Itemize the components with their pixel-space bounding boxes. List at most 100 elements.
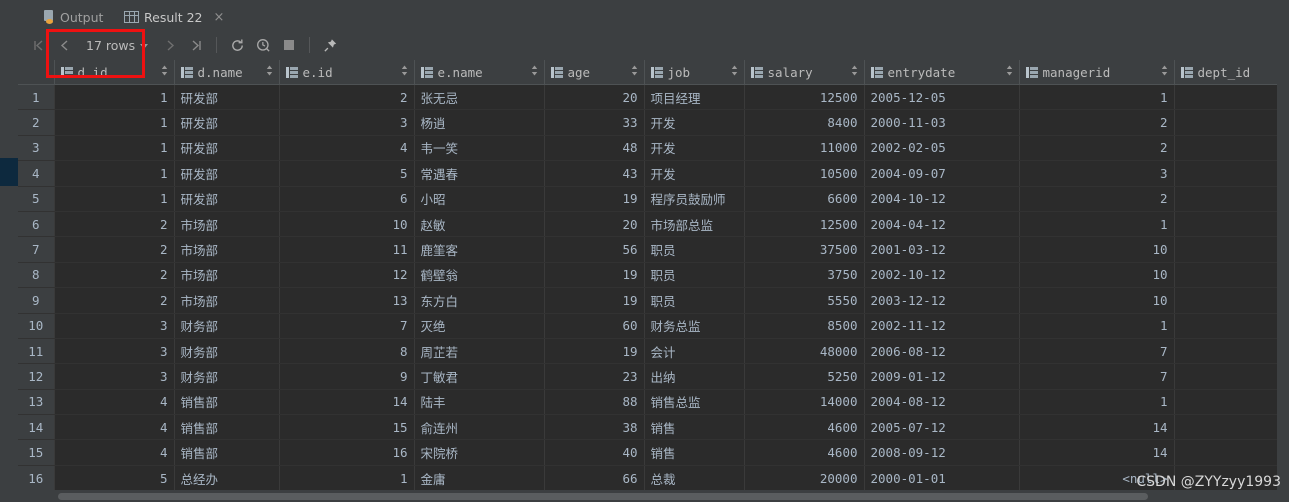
cell-managerid[interactable]: 10 <box>1019 236 1175 263</box>
cell-d-name[interactable]: 总经办 <box>174 465 280 490</box>
cell-e-id[interactable]: 2 <box>279 84 415 111</box>
cell-salary[interactable]: 5550 <box>744 287 865 314</box>
cell-d-id[interactable]: 3 <box>54 363 175 390</box>
cell-salary[interactable]: 14000 <box>744 389 865 416</box>
stop-icon[interactable] <box>277 34 301 56</box>
cell-entrydate[interactable]: 2000-11-03 <box>864 109 1020 136</box>
cell-salary[interactable]: 5250 <box>744 363 865 390</box>
cell-job[interactable]: 财务总监 <box>644 313 745 339</box>
cell-age[interactable]: 23 <box>544 363 645 390</box>
sort-toggle-icon[interactable] <box>731 65 738 79</box>
cell-managerid[interactable]: 2 <box>1019 135 1175 162</box>
cell-e-name[interactable]: 赵敏 <box>414 211 545 238</box>
cell-d-id[interactable]: 3 <box>54 338 175 365</box>
cell-managerid[interactable]: 2 <box>1019 109 1175 136</box>
refresh-icon[interactable] <box>225 34 249 56</box>
cell-e-name[interactable]: 杨逍 <box>414 109 545 136</box>
cell-salary[interactable]: 11000 <box>744 135 865 162</box>
cell-job[interactable]: 职员 <box>644 262 745 289</box>
cell-salary[interactable]: 10500 <box>744 160 865 187</box>
cell-e-name[interactable]: 鹤壁翁 <box>414 262 545 289</box>
column-header-d-id[interactable]: d.id <box>54 60 175 85</box>
cell-job[interactable]: 市场部总监 <box>644 211 745 238</box>
cell-d-id[interactable]: 1 <box>54 84 175 111</box>
cell-dept_id[interactable]: 3 <box>1174 313 1289 339</box>
cell-d-name[interactable]: 市场部 <box>174 262 280 289</box>
cell-e-name[interactable]: 东方白 <box>414 287 545 314</box>
table-row[interactable]: 134销售部14陆丰88销售总监140002004-08-1214 <box>18 389 1289 416</box>
cell-job[interactable]: 总裁 <box>644 465 745 490</box>
table-row[interactable]: 144销售部15俞连州38销售46002005-07-12144 <box>18 414 1289 441</box>
cell-job[interactable]: 销售总监 <box>644 389 745 416</box>
cell-e-id[interactable]: 9 <box>279 363 415 390</box>
sort-toggle-icon[interactable] <box>401 65 408 79</box>
cell-managerid[interactable]: 14 <box>1019 439 1175 466</box>
tab-result-22[interactable]: Result 22 × <box>118 4 230 32</box>
column-header-e-id[interactable]: e.id <box>279 60 415 85</box>
column-header-e-name[interactable]: e.name <box>414 60 545 85</box>
cell-managerid[interactable]: 1 <box>1019 84 1175 111</box>
cell-e-name[interactable]: 常遇春 <box>414 160 545 187</box>
row-number-cell[interactable]: 11 <box>18 338 55 365</box>
cell-e-name[interactable]: 韦一笑 <box>414 135 545 162</box>
cell-job[interactable]: 职员 <box>644 287 745 314</box>
cell-e-name[interactable]: 灭绝 <box>414 313 545 339</box>
column-header-job[interactable]: job <box>644 60 745 85</box>
row-number-cell[interactable]: 16 <box>18 465 55 490</box>
column-header-managerid[interactable]: managerid <box>1019 60 1175 85</box>
cell-d-name[interactable]: 市场部 <box>174 211 280 238</box>
cell-dept_id[interactable]: 1 <box>1174 186 1289 212</box>
cell-d-name[interactable]: 财务部 <box>174 338 280 365</box>
cell-managerid[interactable]: 3 <box>1019 160 1175 187</box>
cell-salary[interactable]: 12500 <box>744 211 865 238</box>
cell-e-name[interactable]: 周芷若 <box>414 338 545 365</box>
cell-age[interactable]: 88 <box>544 389 645 416</box>
cell-age[interactable]: 43 <box>544 160 645 187</box>
cell-e-name[interactable]: 金庸 <box>414 465 545 490</box>
cell-dept_id[interactable]: 3 <box>1174 363 1289 390</box>
cell-d-id[interactable]: 2 <box>54 211 175 238</box>
row-number-cell[interactable]: 14 <box>18 414 55 441</box>
cell-salary[interactable]: 37500 <box>744 236 865 263</box>
cell-d-id[interactable]: 4 <box>54 414 175 441</box>
tab-output[interactable]: Output <box>36 4 109 30</box>
column-header-dept_id[interactable]: dept_id <box>1174 60 1289 85</box>
cell-job[interactable]: 开发 <box>644 160 745 187</box>
cell-salary[interactable]: 4600 <box>744 439 865 466</box>
cell-d-name[interactable]: 销售部 <box>174 389 280 416</box>
cell-dept_id[interactable]: 4 <box>1174 389 1289 416</box>
cell-age[interactable]: 20 <box>544 211 645 238</box>
cell-d-name[interactable]: 市场部 <box>174 236 280 263</box>
sort-toggle-icon[interactable] <box>266 65 273 79</box>
cell-age[interactable]: 20 <box>544 84 645 111</box>
cell-entrydate[interactable]: 2004-04-12 <box>864 211 1020 238</box>
cell-dept_id[interactable]: 2 <box>1174 236 1289 263</box>
cell-e-id[interactable]: 1 <box>279 465 415 490</box>
cell-age[interactable]: 38 <box>544 414 645 441</box>
row-number-cell[interactable]: 6 <box>18 211 55 238</box>
cell-entrydate[interactable]: 2000-01-01 <box>864 465 1020 490</box>
cell-d-id[interactable]: 2 <box>54 236 175 263</box>
cell-e-id[interactable]: 16 <box>279 439 415 466</box>
sort-toggle-icon[interactable] <box>1006 65 1013 79</box>
row-number-cell[interactable]: 15 <box>18 439 55 466</box>
cell-job[interactable]: 出纳 <box>644 363 745 390</box>
cell-dept_id[interactable]: 1 <box>1174 109 1289 136</box>
table-row[interactable]: 92市场部13东方白19职员55502003-12-12102 <box>18 287 1289 314</box>
table-row[interactable]: 82市场部12鹤壁翁19职员37502002-10-12102 <box>18 262 1289 289</box>
cell-e-name[interactable]: 丁敏君 <box>414 363 545 390</box>
cell-managerid[interactable]: 7 <box>1019 363 1175 390</box>
cell-age[interactable]: 66 <box>544 465 645 490</box>
cell-d-id[interactable]: 1 <box>54 186 175 212</box>
cell-d-name[interactable]: 销售部 <box>174 414 280 441</box>
sort-toggle-icon[interactable] <box>851 65 858 79</box>
row-number-cell[interactable]: 7 <box>18 236 55 263</box>
cell-entrydate[interactable]: 2001-03-12 <box>864 236 1020 263</box>
cell-dept_id[interactable]: 1 <box>1174 135 1289 162</box>
cell-salary[interactable]: 8500 <box>744 313 865 339</box>
cell-entrydate[interactable]: 2003-12-12 <box>864 287 1020 314</box>
cell-e-name[interactable]: 鹿筀客 <box>414 236 545 263</box>
row-number-cell[interactable]: 13 <box>18 389 55 416</box>
cell-d-id[interactable]: 5 <box>54 465 175 490</box>
row-number-cell[interactable]: 5 <box>18 186 55 212</box>
